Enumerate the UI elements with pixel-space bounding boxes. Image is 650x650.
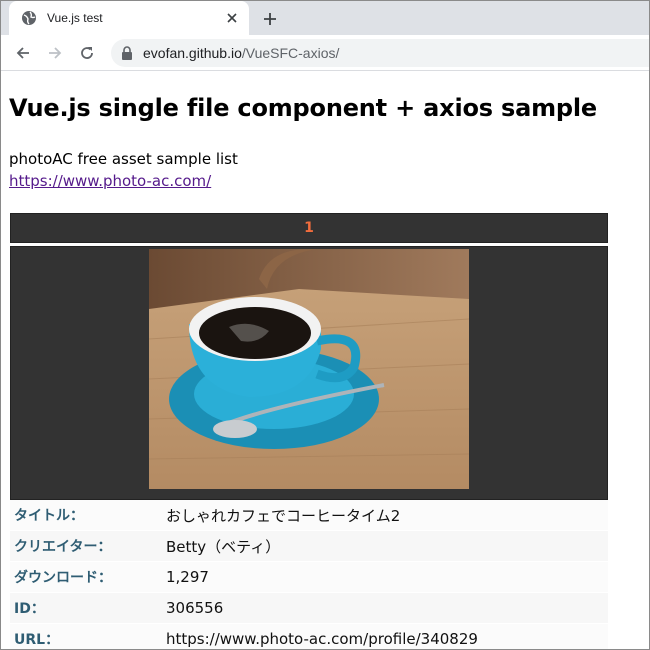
card-image-area (10, 246, 608, 500)
plus-icon[interactable] (259, 8, 281, 30)
detail-row-url: URL： https://www.photo-ac.com/profile/34… (10, 624, 608, 649)
lock-icon[interactable] (121, 46, 133, 60)
url-text: evofan.github.io/VueSFC-axios/ (143, 45, 339, 61)
detail-row-downloads: ダウンロード： 1,297 (10, 562, 608, 593)
card-details: タイトル： おしゃれカフェでコーヒータイム2 クリエイター： Betty（ベティ… (10, 500, 608, 649)
tab-title: Vue.js test (47, 11, 103, 25)
tab-strip: Vue.js test (1, 1, 649, 35)
page-title: Vue.js single file component + axios sam… (9, 94, 597, 122)
title-label: タイトル： (14, 508, 84, 524)
page-content: Vue.js single file component + axios sam… (1, 72, 649, 649)
coffee-photo (149, 249, 469, 489)
page-description: photoAC free asset sample list (9, 150, 238, 168)
address-bar[interactable]: evofan.github.io/VueSFC-axios/ (111, 39, 649, 67)
close-icon[interactable] (223, 9, 241, 27)
id-label: ID： (14, 601, 45, 617)
detail-row-title: タイトル： おしゃれカフェでコーヒータイム2 (10, 500, 608, 531)
forward-arrow-icon[interactable] (43, 41, 67, 65)
creator-label: クリエイター： (14, 539, 112, 555)
url-host: evofan.github.io (143, 45, 242, 61)
photoac-link[interactable]: https://www.photo-ac.com/ (9, 172, 211, 190)
reload-icon[interactable] (75, 41, 99, 65)
title-value: おしゃれカフェでコーヒータイム2 (166, 506, 401, 525)
url-value[interactable]: https://www.photo-ac.com/profile/340829 (166, 630, 478, 648)
downloads-value: 1,297 (166, 568, 209, 586)
asset-card: 1 タイトル： おしゃれカフェでコーヒータイム2 クリエイター： Betty（ベ… (10, 213, 608, 649)
back-arrow-icon[interactable] (11, 41, 35, 65)
downloads-label: ダウンロード： (14, 570, 112, 586)
browser-window: Vue.js test evofan.github.io/VueSFC-axio… (0, 0, 650, 650)
id-value: 306556 (166, 599, 224, 617)
browser-toolbar: evofan.github.io/VueSFC-axios/ (1, 35, 649, 71)
detail-row-creator: クリエイター： Betty（ベティ） (10, 531, 608, 562)
creator-value: Betty（ベティ） (166, 537, 281, 556)
detail-row-id: ID： 306556 (10, 593, 608, 624)
globe-icon (22, 11, 36, 25)
url-path: /VueSFC-axios/ (241, 45, 340, 61)
card-number: 1 (10, 213, 608, 243)
url-label: URL： (14, 632, 60, 648)
browser-tab[interactable]: Vue.js test (9, 1, 249, 35)
